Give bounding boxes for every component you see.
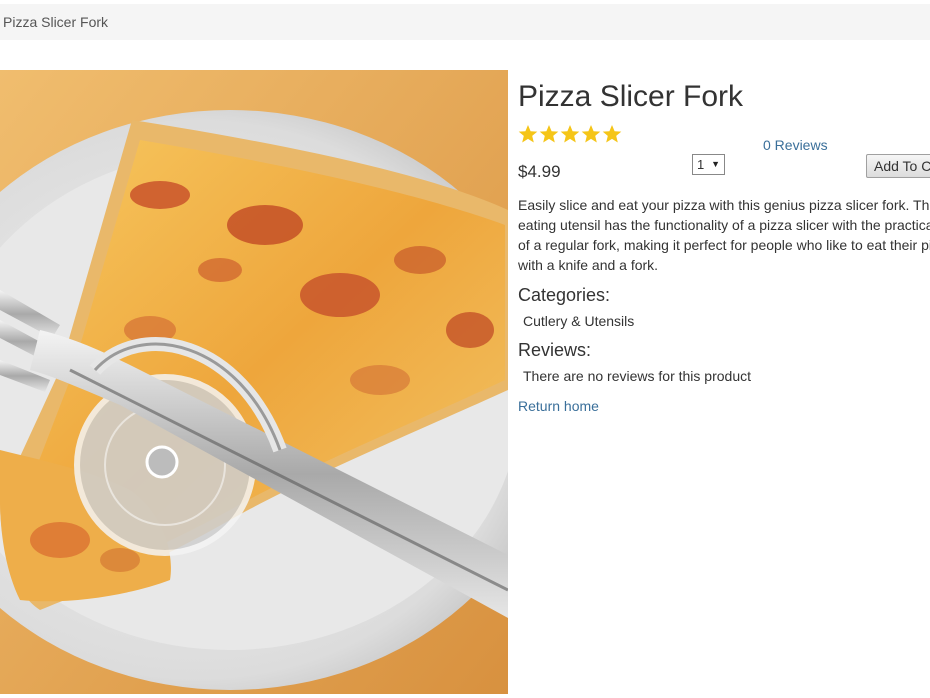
star-icon: [539, 124, 559, 146]
rating-row: 0 Reviews: [518, 124, 930, 154]
star-icon: [560, 124, 580, 146]
product-image: [0, 70, 508, 694]
star-icon: [602, 124, 622, 146]
breadcrumb: Pizza Slicer Fork: [0, 4, 930, 40]
product-details: Pizza Slicer Fork 0 Reviews $4.99 1 ▼ Ad…: [518, 78, 930, 698]
chevron-down-icon: ▼: [711, 159, 720, 169]
price-row: $4.99 1 ▼ Add To Cart: [518, 154, 930, 188]
return-home-link[interactable]: Return home: [518, 398, 599, 414]
reviews-link[interactable]: 0 Reviews: [763, 137, 828, 153]
product-title: Pizza Slicer Fork: [518, 80, 744, 113]
star-icon: [518, 124, 538, 146]
product-description: Easily slice and eat your pizza with thi…: [518, 197, 930, 273]
quantity-value: 1: [697, 157, 705, 172]
breadcrumb-current: Pizza Slicer Fork: [3, 14, 109, 30]
category-value: Cutlery & Utensils: [523, 313, 635, 329]
star-rating: [518, 124, 622, 146]
quantity-select[interactable]: 1 ▼: [692, 154, 725, 175]
reviews-heading: Reviews:: [518, 340, 592, 360]
product-price: $4.99: [518, 162, 561, 181]
no-reviews-text: There are no reviews for this product: [523, 368, 751, 384]
categories-heading: Categories:: [518, 285, 611, 305]
star-icon: [581, 124, 601, 146]
add-to-cart-button[interactable]: Add To Cart: [866, 154, 930, 178]
